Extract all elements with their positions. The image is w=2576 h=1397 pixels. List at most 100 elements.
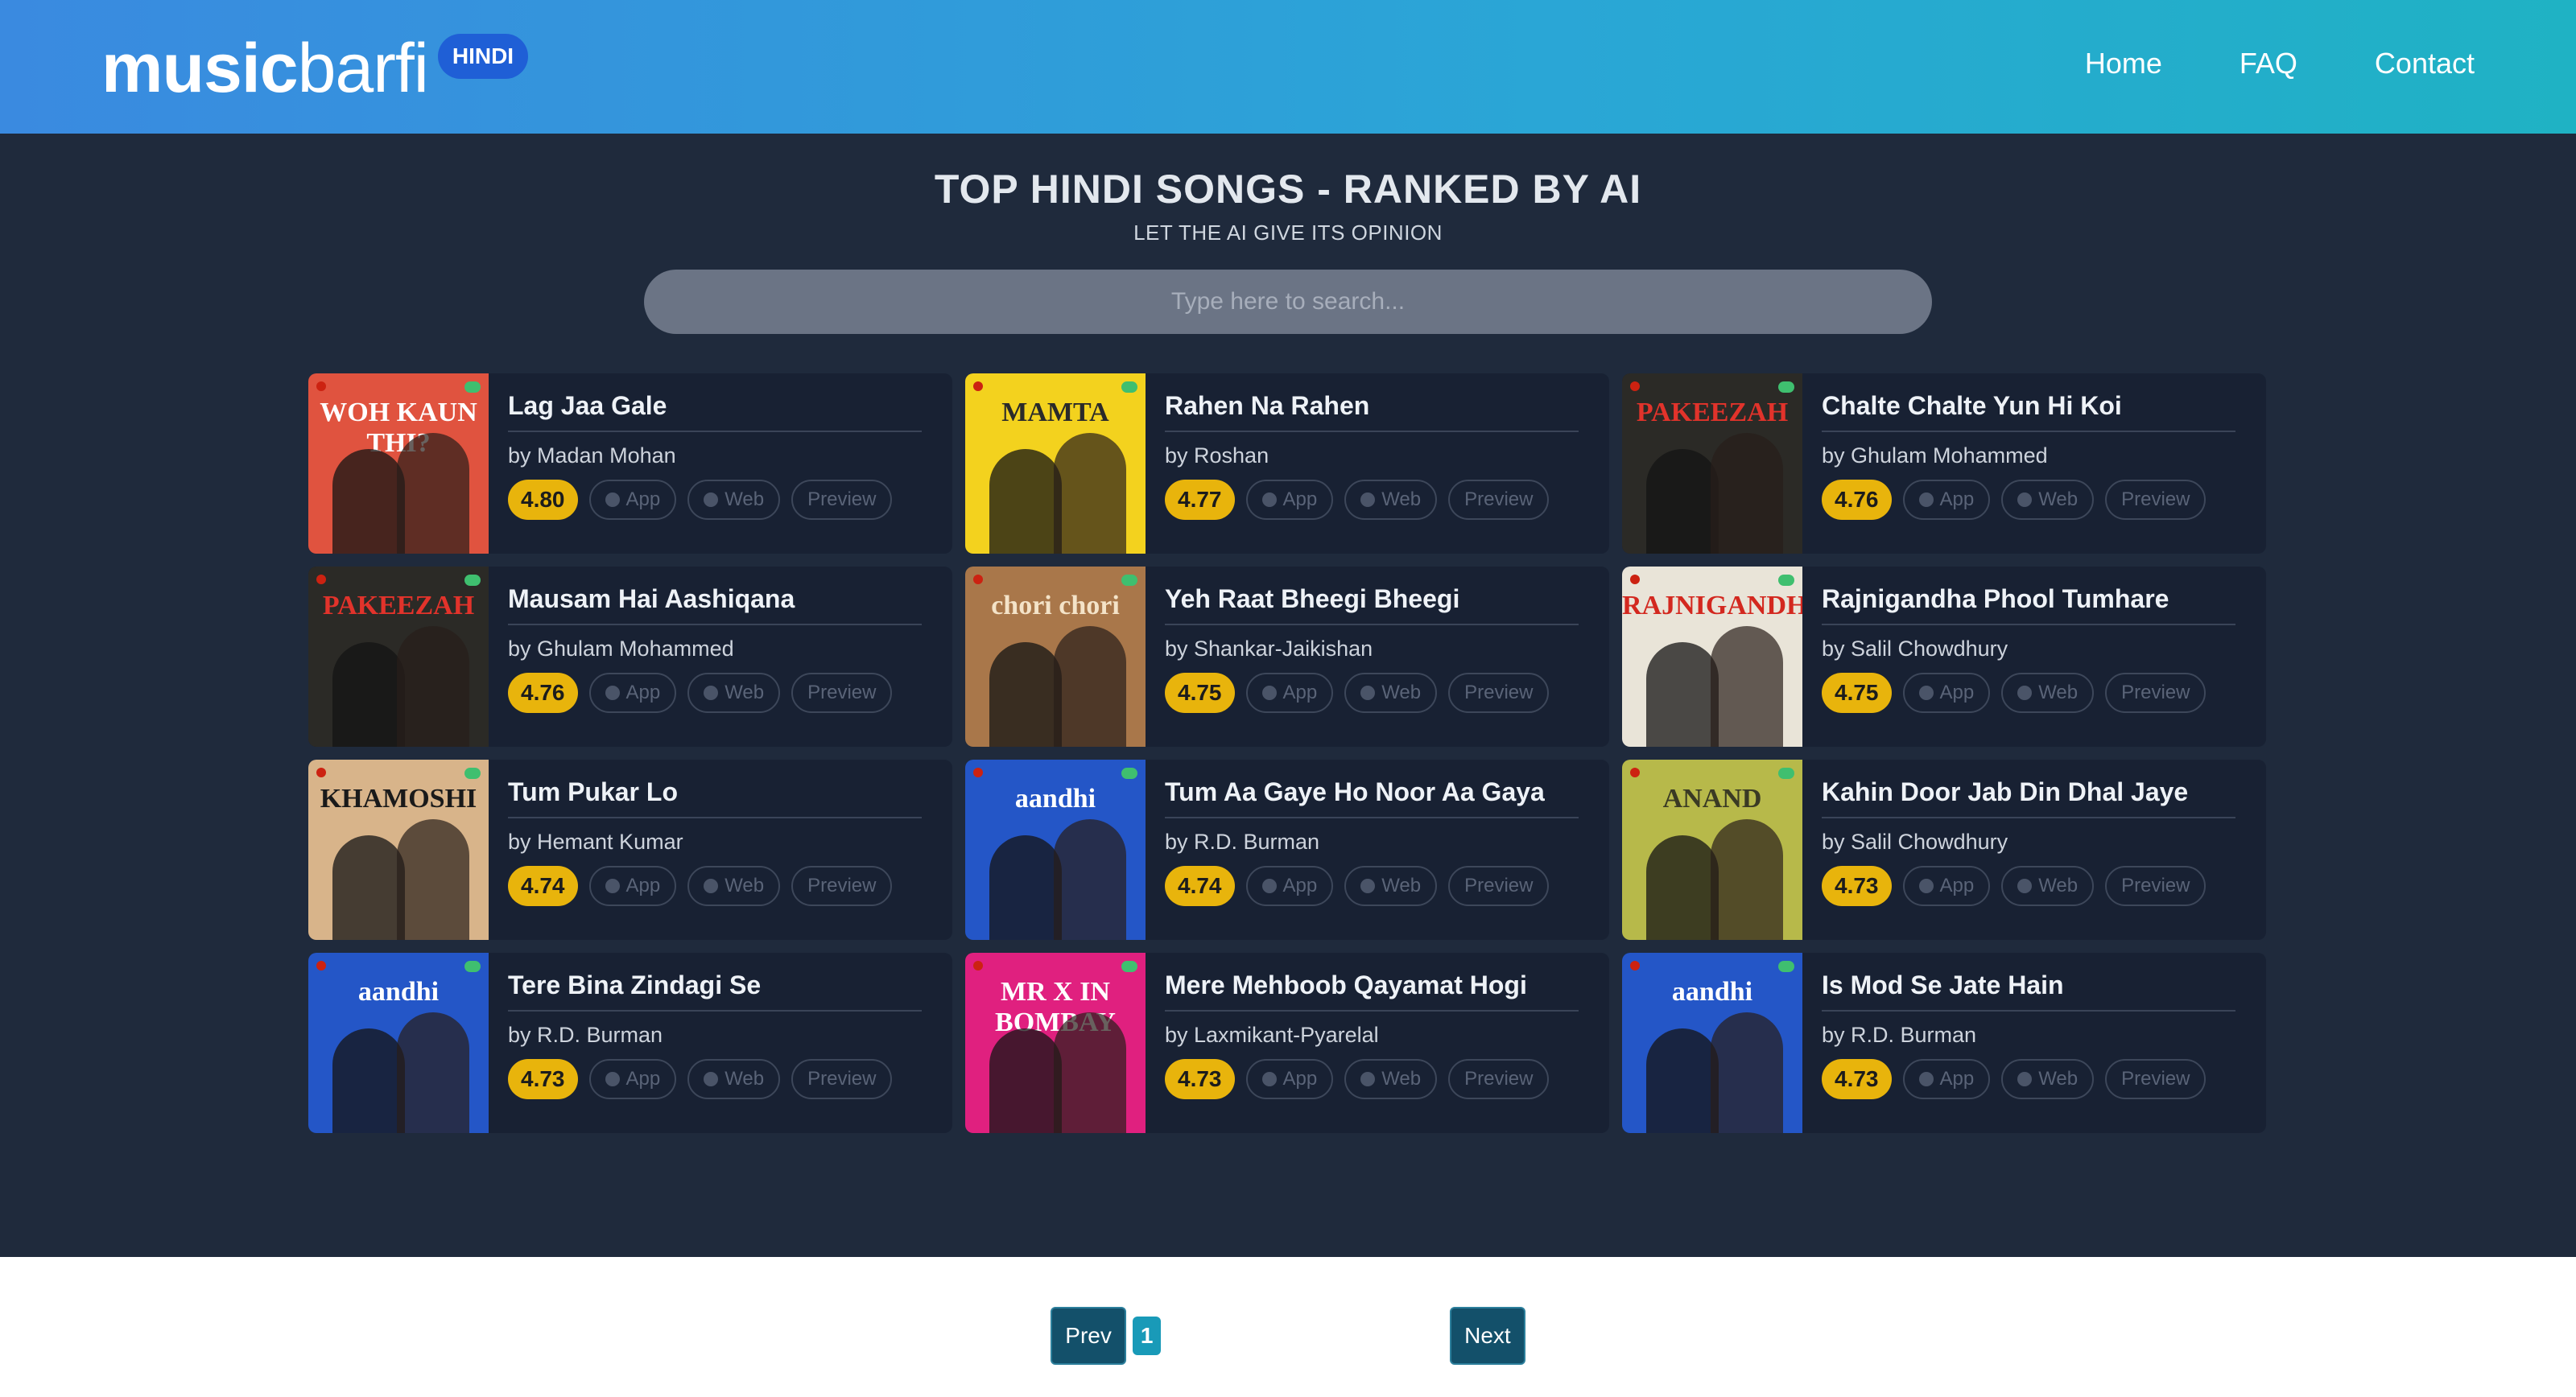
app-button[interactable]: App [1245, 1059, 1334, 1099]
spotify-icon [1918, 879, 1934, 893]
song-title[interactable]: Lag Jaa Gale [508, 391, 922, 432]
app-button[interactable]: App [588, 480, 677, 520]
album-cover[interactable]: RAJNIGANDHA [1622, 567, 1802, 747]
app-button[interactable]: App [588, 673, 677, 713]
preview-button[interactable]: Preview [791, 1059, 893, 1099]
cover-figure [1054, 819, 1126, 940]
brand-logo[interactable]: musicbarfi HINDI [101, 32, 529, 105]
cover-figure [397, 819, 469, 940]
album-cover[interactable]: PAKEEZAH [1622, 373, 1802, 554]
preview-button[interactable]: Preview [2105, 673, 2207, 713]
web-button[interactable]: Web [2001, 480, 2095, 520]
preview-button[interactable]: Preview [2105, 866, 2207, 906]
song-title[interactable]: Chalte Chalte Yun Hi Koi [1822, 391, 2235, 432]
brand-wordmark[interactable]: musicbarfi [101, 32, 429, 105]
web-button[interactable]: Web [1344, 673, 1438, 713]
song-title[interactable]: Kahin Door Jab Din Dhal Jaye [1822, 777, 2235, 818]
album-cover[interactable]: chori chori [965, 567, 1146, 747]
web-button-label: Web [724, 875, 765, 896]
page-number-link[interactable]: 2 [1166, 1317, 1195, 1355]
preview-button-label: Preview [807, 682, 877, 703]
app-button[interactable]: App [1245, 866, 1334, 906]
web-button-label: Web [2038, 1068, 2079, 1090]
app-button[interactable]: App [1902, 1059, 1991, 1099]
song-title[interactable]: Mausam Hai Aashiqana [508, 584, 922, 625]
page-number-link[interactable]: 3 [1199, 1317, 1228, 1355]
nav-contact-link[interactable]: Contact [2375, 47, 2475, 80]
web-button[interactable]: Web [1344, 480, 1438, 520]
album-cover[interactable]: ANAND [1622, 760, 1802, 940]
cover-figure [332, 1028, 405, 1133]
album-cover[interactable]: PAKEEZAH [308, 567, 489, 747]
song-title[interactable]: Tum Pukar Lo [508, 777, 922, 818]
web-button[interactable]: Web [2001, 866, 2095, 906]
preview-button[interactable]: Preview [791, 866, 893, 906]
app-button[interactable]: App [1902, 480, 1991, 520]
cover-figure [1054, 1012, 1126, 1133]
ai-score-badge: 4.73 [1822, 1059, 1892, 1099]
web-button[interactable]: Web [687, 1059, 781, 1099]
song-title[interactable]: Is Mod Se Jate Hain [1822, 970, 2235, 1012]
album-cover[interactable]: WOH KAUN THI? [308, 373, 489, 554]
page-number-link[interactable]: 139 [1273, 1317, 1327, 1355]
song-card[interactable]: MR X IN BOMBAY Mere Mehboob Qayamat Hogi… [965, 953, 1609, 1133]
song-title[interactable]: Tere Bina Zindagi Se [508, 970, 922, 1012]
web-button[interactable]: Web [687, 866, 781, 906]
album-cover[interactable]: aandhi [308, 953, 489, 1133]
preview-button[interactable]: Preview [1448, 866, 1550, 906]
song-card[interactable]: PAKEEZAH Mausam Hai Aashiqana by Ghulam … [308, 567, 952, 747]
song-card[interactable]: aandhi Tere Bina Zindagi Se by R.D. Burm… [308, 953, 952, 1133]
preview-button[interactable]: Preview [1448, 1059, 1550, 1099]
app-button[interactable]: App [1902, 866, 1991, 906]
preview-button[interactable]: Preview [2105, 1059, 2207, 1099]
album-cover[interactable]: MAMTA [965, 373, 1146, 554]
web-button[interactable]: Web [1344, 1059, 1438, 1099]
app-button[interactable]: App [588, 866, 677, 906]
song-card[interactable]: KHAMOSHI Tum Pukar Lo by Hemant Kumar 4.… [308, 760, 952, 940]
page-number-link[interactable]: 140 [1331, 1317, 1385, 1355]
web-button[interactable]: Web [687, 673, 781, 713]
next-page-button[interactable]: Next [1450, 1307, 1525, 1365]
album-cover[interactable]: MR X IN BOMBAY [965, 953, 1146, 1133]
cover-figure [397, 626, 469, 747]
web-button[interactable]: Web [1344, 866, 1438, 906]
song-card[interactable]: WOH KAUN THI? Lag Jaa Gale by Madan Moha… [308, 373, 952, 554]
song-title[interactable]: Rajnigandha Phool Tumhare [1822, 584, 2235, 625]
song-card[interactable]: RAJNIGANDHA Rajnigandha Phool Tumhare by… [1622, 567, 2266, 747]
album-cover[interactable]: aandhi [1622, 953, 1802, 1133]
song-title[interactable]: Mere Mehboob Qayamat Hogi [1165, 970, 1579, 1012]
album-cover[interactable]: KHAMOSHI [308, 760, 489, 940]
web-button[interactable]: Web [2001, 673, 2095, 713]
web-button[interactable]: Web [2001, 1059, 2095, 1099]
song-title[interactable]: Yeh Raat Bheegi Bheegi [1165, 584, 1579, 625]
song-card[interactable]: aandhi Tum Aa Gaye Ho Noor Aa Gaya by R.… [965, 760, 1609, 940]
song-title[interactable]: Rahen Na Rahen [1165, 391, 1579, 432]
song-card[interactable]: chori chori Yeh Raat Bheegi Bheegi by Sh… [965, 567, 1609, 747]
song-title[interactable]: Tum Aa Gaye Ho Noor Aa Gaya [1165, 777, 1579, 818]
song-card[interactable]: PAKEEZAH Chalte Chalte Yun Hi Koi by Ghu… [1622, 373, 2266, 554]
preview-button[interactable]: Preview [791, 673, 893, 713]
preview-button[interactable]: Preview [1448, 673, 1550, 713]
web-button[interactable]: Web [687, 480, 781, 520]
nav-home-link[interactable]: Home [2085, 47, 2162, 80]
app-button[interactable]: App [1245, 480, 1334, 520]
preview-button-label: Preview [1464, 488, 1534, 510]
app-button[interactable]: App [1902, 673, 1991, 713]
album-cover[interactable]: aandhi [965, 760, 1146, 940]
spotify-icon [704, 879, 719, 893]
song-card[interactable]: aandhi Is Mod Se Jate Hain by R.D. Burma… [1622, 953, 2266, 1133]
prev-page-button[interactable]: Prev [1051, 1307, 1126, 1365]
nav-faq-link[interactable]: FAQ [2240, 47, 2297, 80]
spotify-icon [605, 1072, 620, 1086]
song-card[interactable]: ANAND Kahin Door Jab Din Dhal Jaye by Sa… [1622, 760, 2266, 940]
preview-button[interactable]: Preview [1448, 480, 1550, 520]
page-number-link[interactable]: 1 [1132, 1317, 1162, 1355]
app-button[interactable]: App [1245, 673, 1334, 713]
song-card[interactable]: MAMTA Rahen Na Rahen by Roshan 4.77 App … [965, 373, 1609, 554]
preview-button[interactable]: Preview [791, 480, 893, 520]
app-button[interactable]: App [588, 1059, 677, 1099]
cover-figure [1054, 626, 1126, 747]
page-number-link[interactable]: 141 [1389, 1317, 1443, 1355]
search-input[interactable] [683, 287, 1893, 316]
preview-button[interactable]: Preview [2105, 480, 2207, 520]
